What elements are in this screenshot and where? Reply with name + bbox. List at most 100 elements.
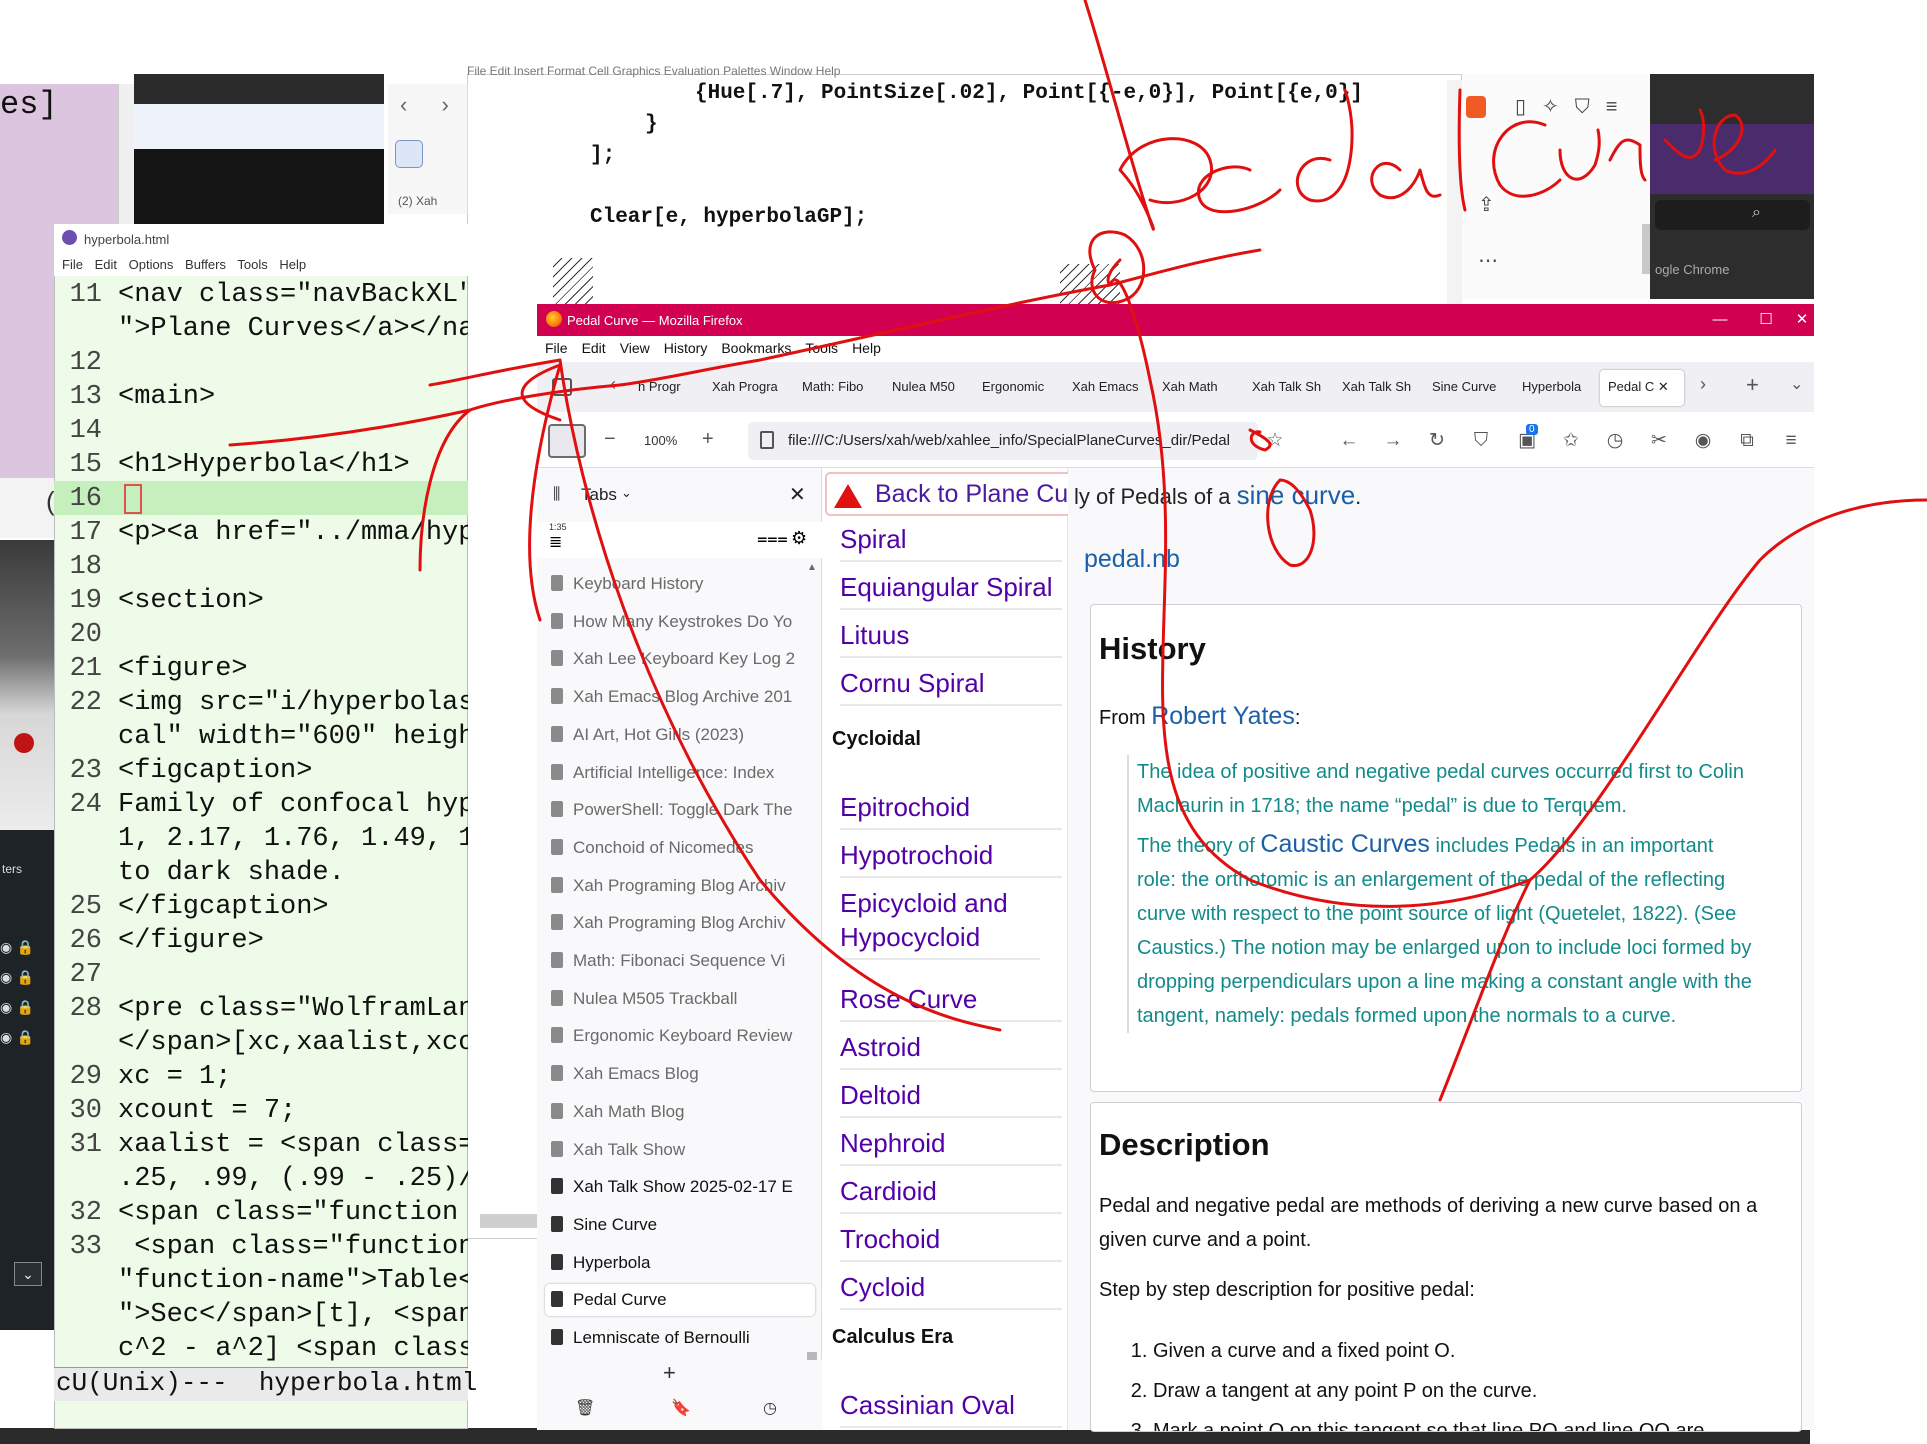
sidebar-toggle-icon[interactable] <box>395 140 423 168</box>
menu-view[interactable]: View <box>620 340 650 356</box>
tab[interactable]: Xah Emacs <box>1064 370 1150 406</box>
trash-icon[interactable]: 🗑 <box>575 1398 595 1418</box>
nav-link[interactable]: Cornu Spiral <box>840 662 1062 706</box>
tab[interactable]: Xah Talk Sh <box>1244 370 1330 406</box>
bookmark-star-icon[interactable]: ☆ <box>1262 428 1288 454</box>
pedal-nb-link[interactable]: pedal.nb <box>1084 545 1180 574</box>
menu-edit[interactable]: Edit <box>582 340 606 356</box>
bookmarks-icon[interactable]: ✩ <box>1558 428 1584 454</box>
caustic-curves-link[interactable]: Caustic Curves <box>1260 830 1430 858</box>
lock-row[interactable]: ◉ 🔒 <box>0 1030 56 1052</box>
menu-buffers[interactable]: Buffers <box>185 257 226 272</box>
close-sidebar-icon[interactable]: ✕ <box>789 482 806 507</box>
menu-help[interactable]: Help <box>279 257 306 272</box>
close-button[interactable]: ✕ <box>1790 306 1814 334</box>
sidebar-tab-item[interactable]: Xah Talk Show 2025-02-17 E <box>545 1171 815 1203</box>
sidebar-tab-item[interactable]: Xah Programing Blog Archiv <box>545 870 815 902</box>
sidebar-title[interactable]: Tabs <box>581 485 617 505</box>
sidebar-tab-item[interactable]: Lemniscate of Bernoulli <box>545 1322 815 1354</box>
bookmark-icon[interactable]: 🔖 <box>671 1398 691 1418</box>
collapse-icon[interactable]: ⩶ <box>757 528 788 549</box>
menu-bookmarks[interactable]: Bookmarks <box>721 340 791 356</box>
menu-tools[interactable]: Tools <box>237 257 267 272</box>
lock-row[interactable]: ◉ 🔒 <box>0 970 56 992</box>
list-icon[interactable]: ≣ <box>549 532 562 552</box>
new-tab-icon[interactable]: + <box>663 1360 676 1386</box>
maximize-button[interactable]: ☐ <box>1746 306 1786 334</box>
tab-sine-curve[interactable]: Sine Curve <box>1424 370 1510 406</box>
chevron-down-icon[interactable]: ⌄ <box>621 485 632 501</box>
nav-link[interactable]: Rose Curve <box>840 978 1062 1022</box>
tab[interactable]: Math: Fibo <box>794 370 880 406</box>
sidebar-tab-item[interactable]: Pedal Curve <box>545 1284 815 1317</box>
close-tab-icon[interactable]: ✕ <box>1658 379 1669 394</box>
ublock-icon[interactable]: ⛉ <box>1468 428 1494 454</box>
list-all-tabs-icon[interactable]: ⌄ <box>1790 374 1803 394</box>
extensions-icon[interactable]: ⧉ <box>1734 428 1760 454</box>
forward-icon[interactable]: → <box>1380 428 1406 454</box>
menu-tools[interactable]: Tools <box>805 340 838 356</box>
menu-history[interactable]: History <box>664 340 708 356</box>
menu-help[interactable]: Help <box>852 340 881 356</box>
scroll-up-icon[interactable]: ▲ <box>807 562 817 573</box>
sidebar-tab-item[interactable]: Xah Math Blog <box>545 1096 815 1128</box>
nav-link[interactable]: Epicycloid and Hypocycloid <box>840 882 1040 960</box>
sidebar-tab-item[interactable]: Xah Lee Keyboard Key Log 2 <box>545 643 815 675</box>
sidebar-tab-item[interactable]: Ergonomic Keyboard Review <box>545 1020 815 1052</box>
zoom-out-button[interactable]: − <box>604 428 616 451</box>
nav-link[interactable]: Cassinian Oval <box>840 1384 1062 1428</box>
tab[interactable]: Nulea M50 <box>884 370 970 406</box>
nav-link[interactable]: Cycloid <box>840 1266 1062 1310</box>
sidebar-tab-item[interactable]: AI Art, Hot Girls (2023) <box>545 719 815 751</box>
menu-icon[interactable]: ≡ <box>1778 428 1804 454</box>
nav-link[interactable]: Equiangular Spiral <box>840 566 1062 610</box>
zoom-level[interactable]: 100% <box>644 433 677 448</box>
sidebar-tab-item[interactable]: Conchoid of Nicomedes <box>545 832 815 864</box>
sidebar-scrollbar[interactable]: ▲ ▼ <box>805 562 819 1392</box>
zoom-in-button[interactable]: + <box>702 428 714 451</box>
tab-hyperbola[interactable]: Hyperbola <box>1514 370 1600 406</box>
menu-options[interactable]: Options <box>129 257 174 272</box>
back-forward-icon[interactable]: ‹ › <box>400 92 463 118</box>
menu-edit[interactable]: Edit <box>95 257 117 272</box>
brave-icon[interactable] <box>1466 96 1486 118</box>
more-icon[interactable]: ⋯ <box>1478 248 1498 273</box>
tab-x[interactable]: (2) Xah <box>398 194 437 208</box>
notebook-menubar[interactable]: File Edit Insert Format Cell Graphics Ev… <box>467 64 1047 78</box>
emacs-buffer[interactable]: 11 <nav class="navBackXL" ">Plane Curves</… <box>54 278 468 1378</box>
nav-link[interactable]: Lituus <box>840 614 1062 658</box>
browser-toolbar-icons[interactable]: ▯✧⛉≡ <box>1515 94 1633 119</box>
sidebar-tab-item[interactable]: Xah Talk Show <box>545 1134 815 1166</box>
tab[interactable]: Xah Math <box>1154 370 1240 406</box>
sidebar-tab-item[interactable]: How Many Keystrokes Do Yo <box>545 606 815 638</box>
sidebar-tab-item[interactable]: Nulea M505 Trackball <box>545 983 815 1015</box>
sine-curve-link[interactable]: sine curve <box>1237 480 1356 510</box>
sidebar-tab-item[interactable]: Keyboard History <box>545 568 815 600</box>
minimize-button[interactable]: — <box>1700 306 1740 334</box>
search-icon[interactable]: ⌕ <box>1752 204 1761 222</box>
scroll-tabs-right-icon[interactable]: › <box>1700 374 1706 395</box>
sidebar-tab-item[interactable]: Artificial Intelligence: Index <box>545 757 815 789</box>
robert-yates-link[interactable]: Robert Yates <box>1151 702 1295 730</box>
tab-pedal-curve[interactable]: Pedal C ✕ <box>1600 370 1684 406</box>
share-icon[interactable]: ⇪ <box>1478 192 1495 217</box>
reload-icon[interactable]: ↻ <box>1424 428 1450 454</box>
nav-link[interactable]: Deltoid <box>840 1074 1062 1118</box>
menu-file[interactable]: File <box>545 340 568 356</box>
sidebar-tab-item[interactable]: Xah Emacs Blog <box>545 1058 815 1090</box>
nav-link[interactable]: Spiral <box>840 518 1062 562</box>
back-icon[interactable]: ← <box>1336 428 1362 454</box>
nav-link[interactable]: Astroid <box>840 1026 1062 1070</box>
sidebar-tab-item[interactable]: PowerShell: Toggle Dark The <box>545 794 815 826</box>
nav-link[interactable]: Hypotrochoid <box>840 834 1062 878</box>
sidebar-tab-item[interactable]: Math: Fibonaci Sequence Vi <box>545 945 815 977</box>
sidebar-tab-item[interactable]: Hyperbola <box>545 1247 815 1279</box>
tab-groups-icon[interactable] <box>552 378 572 396</box>
tab[interactable]: Xah Talk Sh <box>1334 370 1420 406</box>
nav-link[interactable]: Epitrochoid <box>840 786 1062 830</box>
history-icon[interactable]: ◷ <box>1602 428 1628 454</box>
tab[interactable]: Xah Progra <box>704 370 790 406</box>
scroll-tabs-left-icon[interactable]: ‹ <box>610 374 616 395</box>
sidebar-tab-item[interactable]: Xah Programing Blog Archiv <box>545 907 815 939</box>
history-icon[interactable]: ◷ <box>763 1398 777 1418</box>
